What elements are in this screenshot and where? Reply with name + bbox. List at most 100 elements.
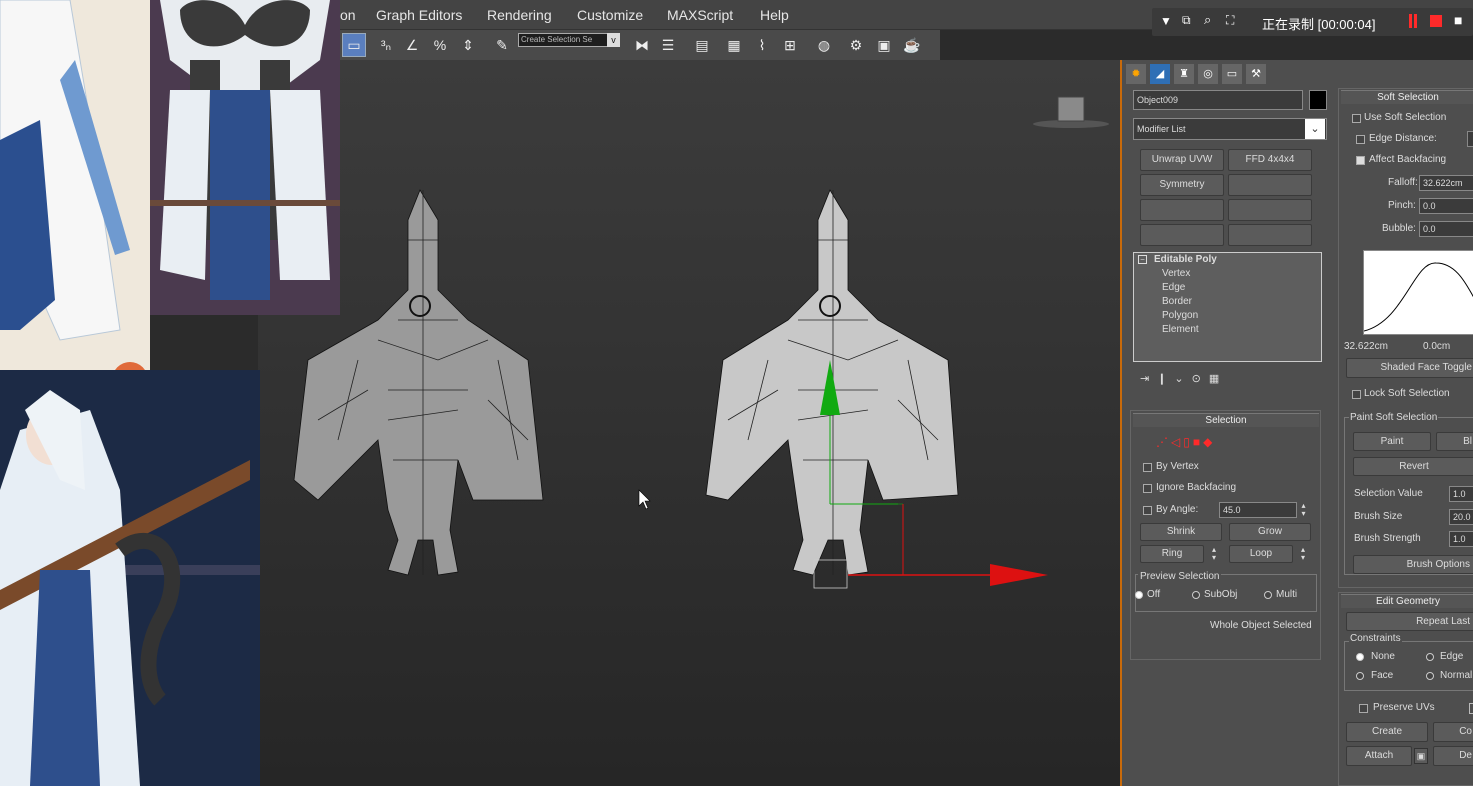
display-tab-icon[interactable]: ▭ [1222,64,1242,84]
by-vertex-checkbox[interactable] [1143,463,1152,472]
selection-set-dropdown[interactable]: Create Selection Se [518,33,620,47]
edge-distance-field[interactable] [1467,131,1473,147]
curve-editor-icon[interactable]: ⌇ [750,33,774,57]
stack-item-vertex[interactable]: Vertex [1162,268,1190,279]
stack-item-editable-poly[interactable]: Editable Poly [1154,254,1217,265]
snap-3d-icon[interactable]: ³ₙ [374,33,398,57]
revert-button[interactable]: Revert [1353,457,1473,476]
percent-snap-icon[interactable]: % [428,33,452,57]
render-teapot-icon[interactable]: ☕ [900,33,924,57]
ring-button[interactable]: Ring [1140,545,1204,563]
preserve-uvs-checkbox[interactable] [1359,704,1368,713]
angle-snap-icon[interactable]: ∠ [400,33,424,57]
lock-soft-selection-checkbox[interactable] [1352,390,1361,399]
constraint-edge-radio[interactable] [1426,653,1434,661]
detach-button[interactable]: De [1433,746,1473,766]
named-selection-icon[interactable]: ✎ [490,33,514,57]
subobject-mode-icons[interactable]: ⋰◁▯■◆ [1156,435,1215,449]
bubble-field[interactable]: 0.0 [1419,221,1473,237]
symmetry-button[interactable]: Symmetry [1140,174,1224,196]
window-icon[interactable]: ⧉ [1182,13,1191,28]
graphite-tools-icon[interactable]: ▦ [722,33,746,57]
loop-button[interactable]: Loop [1229,545,1293,563]
repeat-last-button[interactable]: Repeat Last [1346,612,1473,631]
paint-button[interactable]: Paint [1353,432,1431,451]
attach-button[interactable]: Attach [1346,746,1412,766]
spinner-icon[interactable]: ▴ ▾ [1299,502,1308,518]
ring-spinner-icon[interactable]: ▴ ▾ [1208,546,1220,562]
attach-list-icon[interactable]: ▣ [1414,748,1428,764]
constraint-none-radio[interactable] [1356,653,1364,661]
shaded-face-toggle-button[interactable]: Shaded Face Toggle [1346,358,1473,378]
material-editor-icon[interactable]: ◍ [812,33,836,57]
stop-icon[interactable] [1430,15,1442,27]
empty-modifier-button[interactable] [1228,224,1312,246]
object-name-field[interactable]: Object009 [1133,90,1303,110]
hierarchy-tab-icon[interactable]: ♜ [1174,64,1194,84]
angle-field[interactable]: 45.0 [1219,502,1297,518]
fullscreen-icon[interactable]: ⛶ [1226,13,1234,28]
blur-button[interactable]: Bl [1436,432,1473,451]
rendered-frame-icon[interactable]: ▣ [872,33,896,57]
stack-item-border[interactable]: Border [1162,296,1192,307]
settings-icon[interactable] [1469,703,1473,714]
edge-distance-checkbox[interactable] [1356,135,1365,144]
collapse-icon[interactable]: − [1138,255,1147,264]
brush-options-button[interactable]: Brush Options [1353,555,1473,574]
stack-item-edge[interactable]: Edge [1162,282,1185,293]
search-icon[interactable]: ⌕ [1204,12,1211,28]
modify-tab-icon[interactable]: ◢ [1150,64,1170,84]
brush-strength-field[interactable]: 1.0 [1449,531,1473,547]
collapse-button[interactable]: Co [1433,722,1473,742]
stack-item-element[interactable]: Element [1162,324,1199,335]
pause-icon[interactable] [1409,14,1417,28]
render-setup-icon[interactable]: ⚙ [844,33,868,57]
preview-subobj-radio[interactable] [1192,591,1200,599]
camera-icon[interactable]: ■ [1454,12,1462,28]
menu-item-help[interactable]: Help [760,7,789,23]
by-angle-checkbox[interactable] [1143,506,1152,515]
constraint-normal-radio[interactable] [1426,672,1434,680]
empty-modifier-button[interactable] [1140,224,1224,246]
mirror-icon[interactable]: ⧓ [630,33,654,57]
preview-multi-radio[interactable] [1264,591,1272,599]
align-icon[interactable]: ☰ [656,33,680,57]
chevron-down-icon[interactable]: v [607,33,620,47]
empty-modifier-button[interactable] [1228,199,1312,221]
affect-backfacing-checkbox[interactable] [1356,156,1365,165]
selection-value-field[interactable]: 1.0 [1449,486,1473,502]
create-button[interactable]: Create [1346,722,1428,742]
layer-manager-icon[interactable]: ▤ [690,33,714,57]
dropdown-icon[interactable]: ▼ [1160,14,1172,28]
use-soft-selection-checkbox[interactable] [1352,114,1361,123]
unwrap-uvw-button[interactable]: Unwrap UVW [1140,149,1224,171]
perspective-viewport[interactable] [258,60,1120,786]
menu-item-animation[interactable]: on [340,7,356,23]
select-object-icon[interactable]: ▭ [342,33,366,57]
stack-item-polygon[interactable]: Polygon [1162,310,1198,321]
menu-item-maxscript[interactable]: MAXScript [667,7,733,23]
object-color-swatch[interactable] [1309,90,1327,110]
menu-item-customize[interactable]: Customize [577,7,643,23]
schematic-view-icon[interactable]: ⊞ [778,33,802,57]
viewcube-icon[interactable] [1033,96,1109,128]
pinch-field[interactable]: 0.0 [1419,198,1473,214]
utilities-tab-icon[interactable]: ⚒ [1246,64,1266,84]
spinner-snap-icon[interactable]: ⇕ [456,33,480,57]
brush-size-field[interactable]: 20.0 [1449,509,1473,525]
empty-modifier-button[interactable] [1228,174,1312,196]
grow-button[interactable]: Grow [1229,523,1311,541]
modifier-list-dropdown[interactable]: Modifier List [1133,118,1327,140]
stack-tools-icon[interactable]: ⇥❙⌄⊙▦ [1140,372,1227,385]
motion-tab-icon[interactable]: ◎ [1198,64,1218,84]
create-tab-icon[interactable]: ✹ [1126,64,1146,84]
menu-item-graph-editors[interactable]: Graph Editors [376,7,462,23]
preview-off-radio[interactable] [1135,591,1143,599]
ignore-backfacing-checkbox[interactable] [1143,484,1152,493]
ffd-4x4x4-button[interactable]: FFD 4x4x4 [1228,149,1312,171]
menu-item-rendering[interactable]: Rendering [487,7,552,23]
constraint-face-radio[interactable] [1356,672,1364,680]
loop-spinner-icon[interactable]: ▴ ▾ [1297,546,1309,562]
falloff-field[interactable]: 32.622cm [1419,175,1473,191]
empty-modifier-button[interactable] [1140,199,1224,221]
